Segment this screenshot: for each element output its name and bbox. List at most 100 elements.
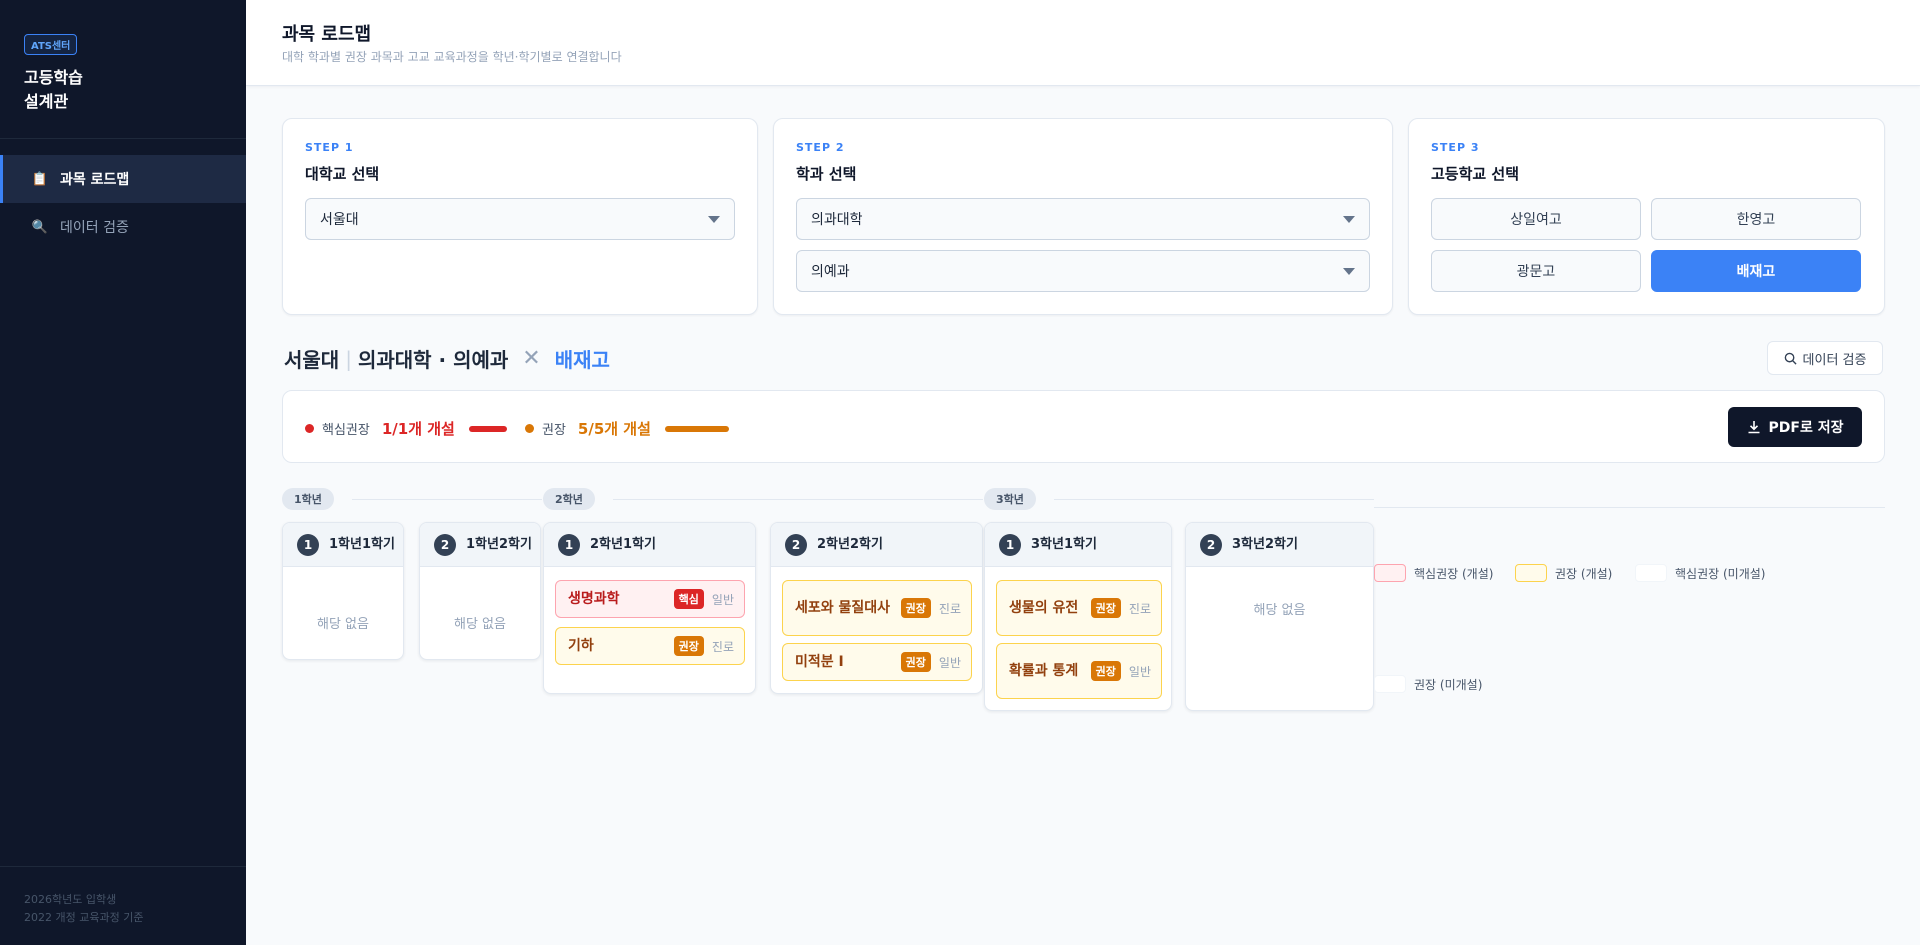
course-item[interactable]: 확률과 통계 권장 일반 [996,643,1162,699]
school-button-baejae[interactable]: 배재고 [1651,250,1861,292]
search-icon [1784,352,1797,365]
semester-card-3-1: 1 3학년1학기 생물의 유전 권장 진로 확률과 통계 권장 일반 [984,522,1172,711]
legend-recommended-open: 권장 (개설) [1515,564,1612,582]
semester-card-1-1: 1 1학년1학기 해당 없음 [282,522,404,660]
selection-summary: 서울대 | 의과대학 · 의예과 ✕ 배재고 [284,344,610,373]
course-name: 미적분 Ⅰ [795,654,844,670]
department-select[interactable]: 의예과 [796,250,1370,292]
step-card-university: STEP 1 대학교 선택 서울대 [282,118,758,315]
legend-label: 권장 (개설) [1555,566,1613,581]
core-stat-label: 핵심권장 [322,423,370,438]
college-select-value: 의과대학 [811,212,863,228]
selected-university: 서울대 [284,348,340,372]
core-progress-bar [468,425,507,432]
step-label: STEP 2 [796,141,845,154]
page-title: 과목 로드맵 [282,24,372,45]
recommended-stat-label: 권장 [542,423,566,438]
chevron-down-icon [1343,268,1355,275]
recommended-stat-value: 5/5개 개설 [577,420,651,438]
pdf-save-button[interactable]: PDF로 저장 [1728,407,1862,447]
step-title: 고등학교 선택 [1431,165,1520,183]
sidebar-item-label: 데이터 검증 [60,220,129,236]
chevron-down-icon [708,216,720,223]
legend-core-closed: 핵심권장 (미개설) [1635,564,1765,582]
center-badge: ATS센터 [24,34,78,55]
footer-curriculum: 2022 개정 교육과정 기준 [24,911,144,924]
page-subtitle: 대학 학과별 권장 과목과 고교 교육과정을 학년·학기별로 연결합니다 [282,50,622,64]
course-name: 기하 [568,638,594,654]
sidebar-item-data-verify[interactable]: 🔍 데이터 검증 [0,203,246,251]
grade-label-2: 2학년 [543,488,595,510]
course-type: 일반 [711,592,734,607]
page-header: 과목 로드맵 대학 학과별 권장 과목과 고교 교육과정을 학년·학기별로 연결… [246,0,1920,86]
semester-title: 3학년1학기 [1031,537,1097,552]
course-type: 일반 [1128,664,1151,679]
semester-card-1-2: 2 1학년2학기 해당 없음 [419,522,541,660]
times-icon: ✕ [522,346,541,371]
legend-swatch [1635,564,1667,582]
recommended-stat: 권장 5/5개 개설 [525,418,729,439]
recommended-tag: 권장 [1090,661,1121,681]
course-item[interactable]: 세포와 물질대사 권장 진로 [782,580,972,636]
semester-header: 1 2학년1학기 [544,523,755,567]
grade-divider [613,499,983,500]
department-select-value: 의예과 [811,264,850,280]
semester-card-3-2: 2 3학년2학기 해당 없음 [1185,522,1374,711]
school-button-gwangmun[interactable]: 광문고 [1431,250,1641,292]
magnifier-icon: 🔍 [31,219,49,235]
step-label: STEP 1 [305,141,354,154]
course-type: 진로 [711,639,734,654]
chevron-down-icon [1343,216,1355,223]
recommended-dot [525,424,534,433]
semester-title: 3학년2학기 [1232,537,1298,552]
semester-title: 1학년2학기 [466,537,532,552]
download-icon [1748,421,1760,434]
semester-header: 1 3학년1학기 [985,523,1171,567]
grade-divider [352,499,542,500]
university-select-value: 서울대 [320,212,359,228]
semester-card-2-1: 1 2학년1학기 생명과학 핵심 일반 기하 권장 진로 [543,522,756,694]
sidebar-divider [0,866,246,867]
semester-number: 1 [558,533,580,556]
data-verify-button[interactable]: 데이터 검증 [1767,341,1883,375]
course-name: 생물의 유전 [1009,600,1079,616]
semester-header: 1 1학년1학기 [283,523,403,567]
recommended-tag: 권장 [900,598,931,618]
semester-header: 2 2학년2학기 [771,523,982,567]
legend-core-open: 핵심권장 (개설) [1374,564,1493,582]
semester-title: 1학년1학기 [329,537,395,552]
core-dot [305,424,314,433]
semester-header: 2 1학년2학기 [420,523,540,567]
college-select[interactable]: 의과대학 [796,198,1370,240]
core-stat-value: 1/1개 개설 [381,420,455,438]
semester-card-2-2: 2 2학년2학기 세포와 물질대사 권장 진로 미적분 Ⅰ 권장 일반 [770,522,983,694]
course-item[interactable]: 기하 권장 진로 [555,627,745,665]
course-type: 일반 [938,655,961,670]
course-type: 진로 [1128,601,1151,616]
course-item[interactable]: 생명과학 핵심 일반 [555,580,745,618]
sidebar: ATS센터 고등학습 설계관 📋 과목 로드맵 🔍 데이터 검증 2026학년도… [0,0,246,945]
selected-department: 의과대학 · 의예과 [357,348,509,372]
legend-swatch [1374,564,1406,582]
course-item[interactable]: 생물의 유전 권장 진로 [996,580,1162,636]
semester-empty: 해당 없음 [317,617,369,632]
legend-divider [1374,507,1885,508]
selected-school: 배재고 [554,348,610,372]
clipboard-icon: 📋 [31,171,49,187]
semester-empty: 해당 없음 [454,617,506,632]
data-verify-label: 데이터 검증 [1802,352,1867,368]
pdf-save-label: PDF로 저장 [1768,420,1844,436]
legend-swatch [1515,564,1547,582]
course-item[interactable]: 미적분 Ⅰ 권장 일반 [782,643,972,681]
school-button-sangil[interactable]: 상일여고 [1431,198,1641,240]
university-select[interactable]: 서울대 [305,198,735,240]
course-name: 세포와 물질대사 [795,600,891,616]
semester-empty: 해당 없음 [1253,603,1306,618]
coverage-stats: 핵심권장 1/1개 개설 권장 5/5개 개설 PDF로 저장 [282,390,1885,463]
sidebar-item-roadmap[interactable]: 📋 과목 로드맵 [0,155,246,203]
app-brand: 고등학습 설계관 [24,68,83,111]
recommended-tag: 권장 [900,652,931,672]
grade-label-1: 1학년 [282,488,334,510]
school-button-hanyoung[interactable]: 한영고 [1651,198,1861,240]
recommended-progress-bar [664,425,729,432]
